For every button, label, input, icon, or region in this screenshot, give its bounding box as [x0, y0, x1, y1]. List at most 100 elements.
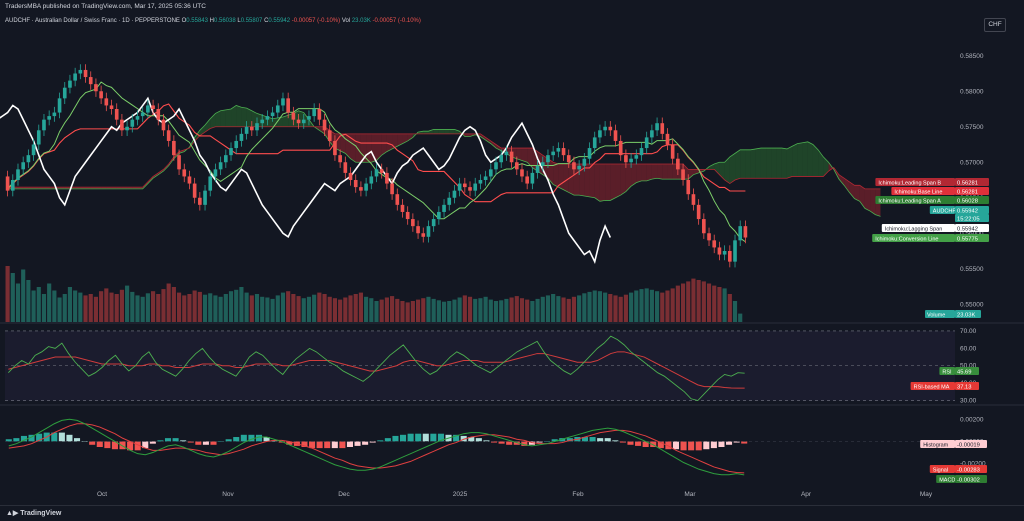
price-tick-6: 0.55500 — [960, 266, 984, 273]
candle — [618, 140, 623, 156]
histogram-bar — [164, 438, 172, 442]
price-tick-0: 0.58500 — [960, 53, 984, 60]
chart-canvas[interactable]: 0.585000.580000.575000.570000.565000.560… — [0, 0, 1024, 505]
candle — [743, 226, 748, 238]
candle — [712, 240, 717, 248]
candle — [509, 151, 514, 163]
volume-bar — [691, 278, 696, 322]
price-label-value-5: 0.55942 — [957, 226, 978, 232]
price-label-name-5: Ichimoku:Lagging Span — [885, 226, 942, 232]
volume-bar — [587, 291, 592, 322]
volume-bar — [5, 266, 10, 322]
volume-bar — [519, 298, 525, 322]
volume-bar — [93, 296, 99, 322]
candle — [94, 84, 98, 92]
candle — [78, 69, 83, 74]
candle — [239, 133, 244, 141]
histogram-bar — [73, 438, 81, 442]
price-tick-1: 0.58000 — [960, 88, 984, 95]
volume-bar — [15, 283, 21, 322]
histogram-bar — [104, 441, 111, 449]
x-tick-1: Nov — [222, 491, 234, 498]
candle — [208, 176, 213, 191]
volume-bar — [36, 287, 41, 322]
candle — [395, 194, 400, 205]
candle — [447, 197, 452, 205]
volume-bar — [291, 294, 296, 322]
volume-bar — [571, 296, 577, 322]
volume-bar — [680, 283, 686, 322]
candle — [650, 130, 654, 138]
macd-label-name-1: Signal — [933, 467, 948, 473]
candle — [405, 211, 410, 220]
volume-bar — [275, 295, 280, 322]
cloud-segment — [657, 164, 663, 180]
volume-bar — [473, 298, 478, 322]
candle — [457, 183, 462, 191]
histogram-bar — [210, 441, 217, 445]
volume-bar — [597, 291, 602, 322]
volume-bar — [514, 296, 519, 322]
volume-bar — [99, 291, 104, 322]
volume-bar — [577, 295, 582, 322]
histogram-bar — [149, 441, 156, 444]
histogram-bar — [680, 441, 687, 451]
volume-bar — [415, 299, 421, 322]
candle — [722, 251, 727, 255]
candle — [73, 73, 77, 81]
volume-label-name: Volume — [927, 312, 945, 318]
histogram-bar — [430, 433, 437, 442]
price-label-value-1: 0.56281 — [957, 189, 978, 195]
candle — [676, 158, 680, 170]
histogram-bar — [635, 441, 642, 446]
volume-bar — [166, 283, 171, 322]
volume-bar — [660, 292, 665, 322]
rsi-tick-0: 70.00 — [960, 328, 977, 335]
cloud-segment — [558, 164, 564, 190]
histogram-bar — [240, 434, 247, 442]
candle — [156, 109, 161, 120]
cloud-segment — [438, 129, 445, 134]
rsi-label-value-0: 45.69 — [957, 369, 972, 375]
candle — [192, 183, 197, 198]
histogram-bar — [604, 438, 611, 442]
volume-bar — [379, 299, 384, 322]
candle — [161, 119, 166, 131]
volume-bar — [348, 295, 353, 322]
histogram-bar — [354, 441, 361, 446]
macd-tick-0: 0.00200 — [960, 416, 984, 423]
rsi-label-name-0: RSI — [942, 369, 952, 375]
histogram-bar — [5, 439, 12, 442]
candle — [62, 87, 67, 99]
cloud-segment — [553, 162, 559, 188]
price-label-name-0: Ichimoku:Leading Span B — [878, 180, 941, 186]
volume-bar — [358, 292, 363, 322]
price-tick-3: 0.57000 — [960, 159, 984, 166]
histogram-bar — [89, 441, 96, 445]
volume-bar — [499, 300, 504, 322]
volume-bar — [10, 273, 15, 322]
cloud-segment — [781, 148, 787, 179]
histogram-bar — [672, 441, 680, 450]
candle — [369, 176, 374, 184]
volume-bar — [670, 288, 675, 322]
volume-bar — [327, 296, 332, 322]
candle — [468, 187, 472, 191]
candle — [296, 119, 301, 124]
volume-bar — [145, 293, 150, 322]
candle — [187, 176, 192, 184]
volume-bar — [732, 301, 738, 322]
volume-bar — [171, 287, 176, 322]
histogram-bar — [710, 441, 717, 449]
tradingview-logo: ▲▶ TradingView — [6, 510, 62, 517]
volume-bar — [493, 301, 499, 322]
volume-bar — [265, 297, 270, 322]
cloud-segment — [521, 148, 528, 163]
price-label-value-2: 0.56028 — [957, 198, 978, 204]
histogram-bar — [726, 441, 733, 445]
volume-bar — [462, 295, 467, 322]
cloud-segment — [615, 164, 621, 198]
histogram-bar — [362, 441, 369, 445]
volume-bar — [26, 280, 31, 322]
candle — [68, 80, 72, 88]
